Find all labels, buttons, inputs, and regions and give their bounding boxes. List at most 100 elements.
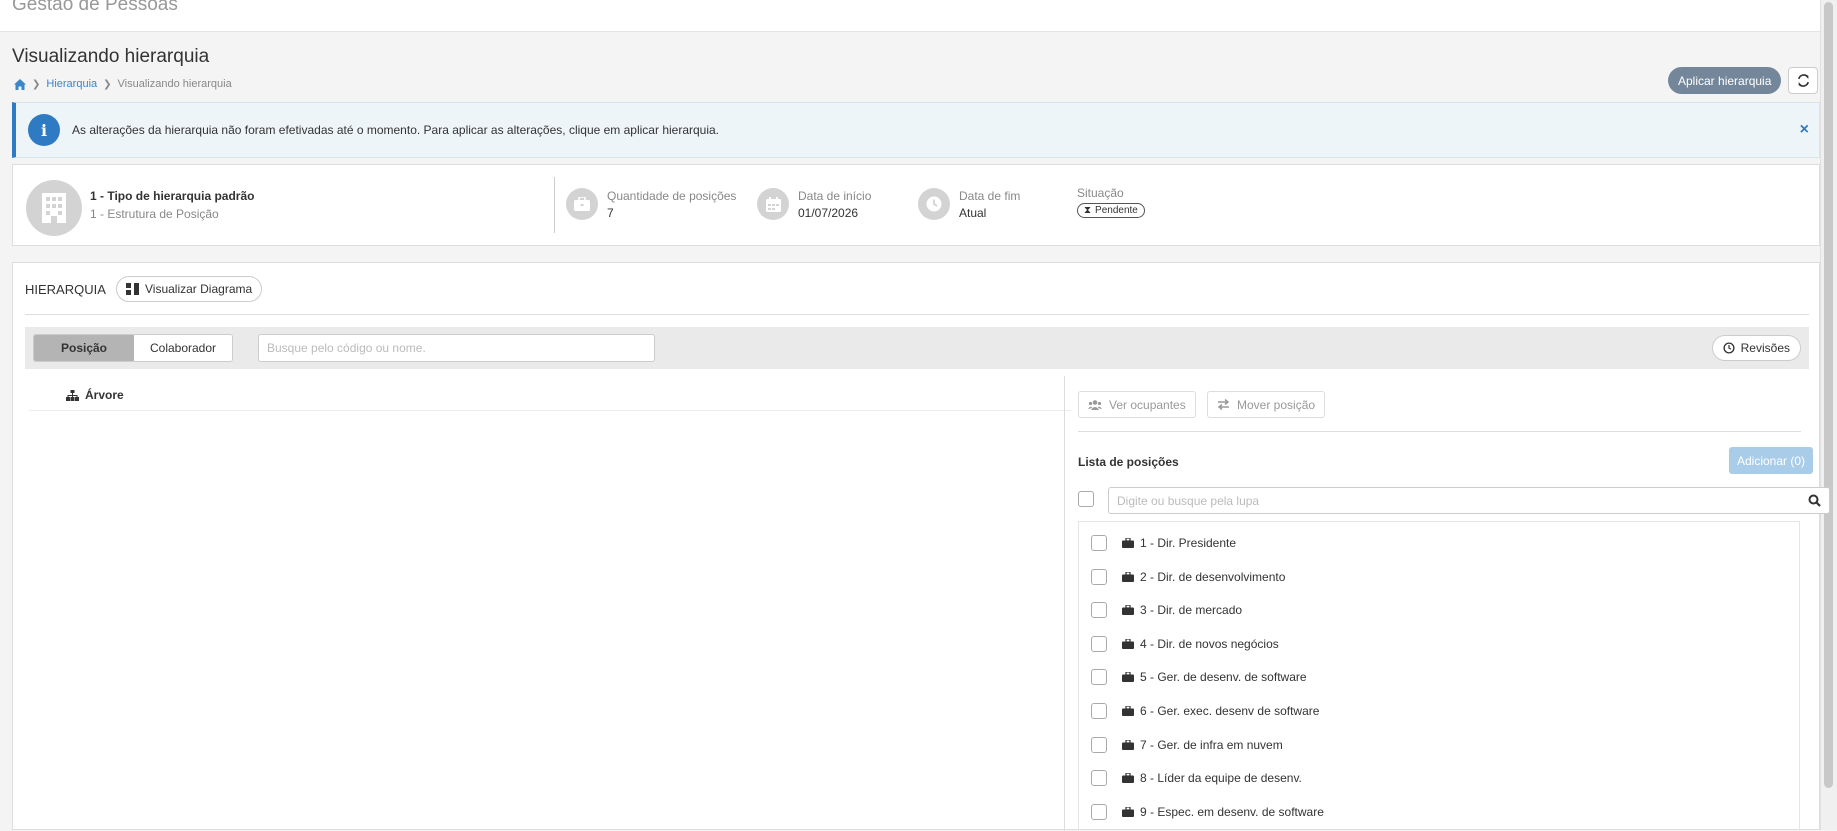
briefcase-icon <box>1122 740 1134 750</box>
tree-header: Árvore <box>66 388 124 402</box>
list-item[interactable]: 3 - Dir. de mercado <box>1091 602 1242 618</box>
page-title: Visualizando hierarquia <box>12 46 210 67</box>
hierarchy-type-name: 1 - Tipo de hierarquia padrão <box>90 189 255 203</box>
stat-value: 7 <box>607 206 614 220</box>
breadcrumb-link-hierarquia[interactable]: Hierarquia <box>46 78 97 90</box>
view-mode-toggle: Posição Colaborador <box>33 334 233 362</box>
list-item[interactable]: 5 - Ger. de desenv. de software <box>1091 669 1307 685</box>
stat-status: Situação ⧗ Pendente <box>1077 186 1145 218</box>
positions-search <box>1108 487 1830 514</box>
hourglass-icon: ⧗ <box>1084 205 1092 216</box>
briefcase-icon <box>1122 605 1134 615</box>
position-checkbox[interactable] <box>1091 569 1107 585</box>
hierarchy-summary-card: 1 - Tipo de hierarquia padrão 1 - Estrut… <box>12 164 1820 246</box>
stat-end-date: Data de fim Atual <box>918 188 1021 220</box>
list-item[interactable]: 4 - Dir. de novos negócios <box>1091 636 1279 652</box>
tab-position[interactable]: Posição <box>34 335 134 361</box>
home-icon[interactable] <box>14 78 26 90</box>
move-position-label: Mover posição <box>1237 397 1316 412</box>
position-checkbox[interactable] <box>1091 636 1107 652</box>
position-label: 7 - Ger. de infra em nuvem <box>1140 738 1283 752</box>
list-item[interactable]: 9 - Espec. em desenv. de software <box>1091 804 1324 820</box>
position-label: 9 - Espec. em desenv. de software <box>1140 805 1324 819</box>
refresh-icon <box>1797 74 1809 87</box>
position-label: 2 - Dir. de desenvolvimento <box>1140 570 1286 584</box>
stat-start-date: Data de início 01/07/2026 <box>757 188 871 220</box>
divider <box>1078 431 1801 432</box>
page-scrollbar[interactable] <box>1820 0 1837 830</box>
stat-value: 01/07/2026 <box>798 206 859 220</box>
section-title: HIERARQUIA <box>25 282 106 297</box>
position-checkbox[interactable] <box>1091 602 1107 618</box>
list-item[interactable]: 8 - Líder da equipe de desenv. <box>1091 770 1302 786</box>
calendar-icon <box>757 188 789 220</box>
select-all-checkbox[interactable] <box>1078 491 1094 507</box>
position-checkbox[interactable] <box>1091 669 1107 685</box>
tab-collaborator[interactable]: Colaborador <box>134 335 232 361</box>
positions-list-title: Lista de posições <box>1078 455 1179 469</box>
sitemap-icon <box>126 283 139 295</box>
info-icon: i <box>28 114 60 146</box>
position-checkbox[interactable] <box>1091 703 1107 719</box>
hierarchy-search-input[interactable] <box>258 334 655 362</box>
revisions-label: Revisões <box>1740 341 1790 355</box>
search-icon[interactable] <box>1808 494 1821 512</box>
divider <box>554 177 555 233</box>
view-occupants-button[interactable]: Ver ocupantes <box>1078 391 1196 418</box>
stat-value: Atual <box>959 206 987 220</box>
breadcrumb-current: Visualizando hierarquia <box>117 78 232 90</box>
view-diagram-button[interactable]: Visualizar Diagrama <box>116 276 263 302</box>
close-icon[interactable]: × <box>1800 121 1809 139</box>
column-divider <box>1064 376 1065 831</box>
breadcrumb: ❯ Hierarquia ❯ Visualizando hierarquia <box>14 78 232 90</box>
position-label: 8 - Líder da equipe de desenv. <box>1140 771 1302 785</box>
briefcase-icon <box>1122 807 1134 817</box>
position-checkbox[interactable] <box>1091 804 1107 820</box>
history-icon <box>1723 342 1735 354</box>
position-checkbox[interactable] <box>1091 737 1107 753</box>
status-badge-label: Pendente <box>1095 205 1138 216</box>
tree-label: Árvore <box>85 388 124 402</box>
top-bar: Gestão de Pessoas <box>0 0 1820 32</box>
list-item[interactable]: 2 - Dir. de desenvolvimento <box>1091 569 1285 585</box>
structure-name: 1 - Estrutura de Posição <box>90 207 219 221</box>
alert-message: As alterações da hierarquia não foram ef… <box>72 123 720 137</box>
stat-label: Data de fim <box>959 189 1021 203</box>
position-label: 5 - Ger. de desenv. de software <box>1140 670 1307 684</box>
exchange-icon <box>1217 399 1230 410</box>
app-title: Gestão de Pessoas <box>12 0 178 15</box>
position-checkbox[interactable] <box>1091 770 1107 786</box>
positions-list: 1 - Dir. Presidente 2 - Dir. de desenvol… <box>1078 521 1800 831</box>
filter-bar: Posição Colaborador Revisões <box>25 327 1809 369</box>
revisions-button[interactable]: Revisões <box>1711 335 1801 361</box>
move-position-button[interactable]: Mover posição <box>1207 391 1326 418</box>
view-diagram-label: Visualizar Diagrama <box>145 282 253 296</box>
stat-label: Situação <box>1077 186 1124 200</box>
position-label: 4 - Dir. de novos negócios <box>1140 637 1279 651</box>
briefcase-icon <box>1122 773 1134 783</box>
list-item[interactable]: 1 - Dir. Presidente <box>1091 535 1236 551</box>
briefcase-icon <box>1122 572 1134 582</box>
position-label: 1 - Dir. Presidente <box>1140 536 1237 550</box>
scrollbar-thumb[interactable] <box>1824 2 1833 788</box>
list-item[interactable]: 6 - Ger. exec. desenv de software <box>1091 703 1319 719</box>
building-icon <box>26 180 82 236</box>
stat-position-count: Quantidade de posições 7 <box>566 188 737 220</box>
position-label: 6 - Ger. exec. desenv de software <box>1140 704 1320 718</box>
sitemap-icon <box>66 389 79 401</box>
briefcase-icon <box>1122 706 1134 716</box>
info-alert: i As alterações da hierarquia não foram … <box>12 102 1820 158</box>
stat-label: Quantidade de posições <box>607 189 737 203</box>
briefcase-icon <box>566 188 598 220</box>
users-icon <box>1088 399 1102 410</box>
position-checkbox[interactable] <box>1091 535 1107 551</box>
status-badge: ⧗ Pendente <box>1077 203 1145 218</box>
positions-search-input[interactable] <box>1109 488 1789 513</box>
apply-hierarchy-button[interactable]: Aplicar hierarquia <box>1668 67 1782 94</box>
position-label: 3 - Dir. de mercado <box>1140 603 1243 617</box>
briefcase-icon <box>1122 672 1134 682</box>
add-button[interactable]: Adicionar (0) <box>1729 447 1813 474</box>
list-item[interactable]: 7 - Ger. de infra em nuvem <box>1091 737 1283 753</box>
refresh-button[interactable] <box>1788 67 1818 94</box>
briefcase-icon <box>1122 538 1134 548</box>
